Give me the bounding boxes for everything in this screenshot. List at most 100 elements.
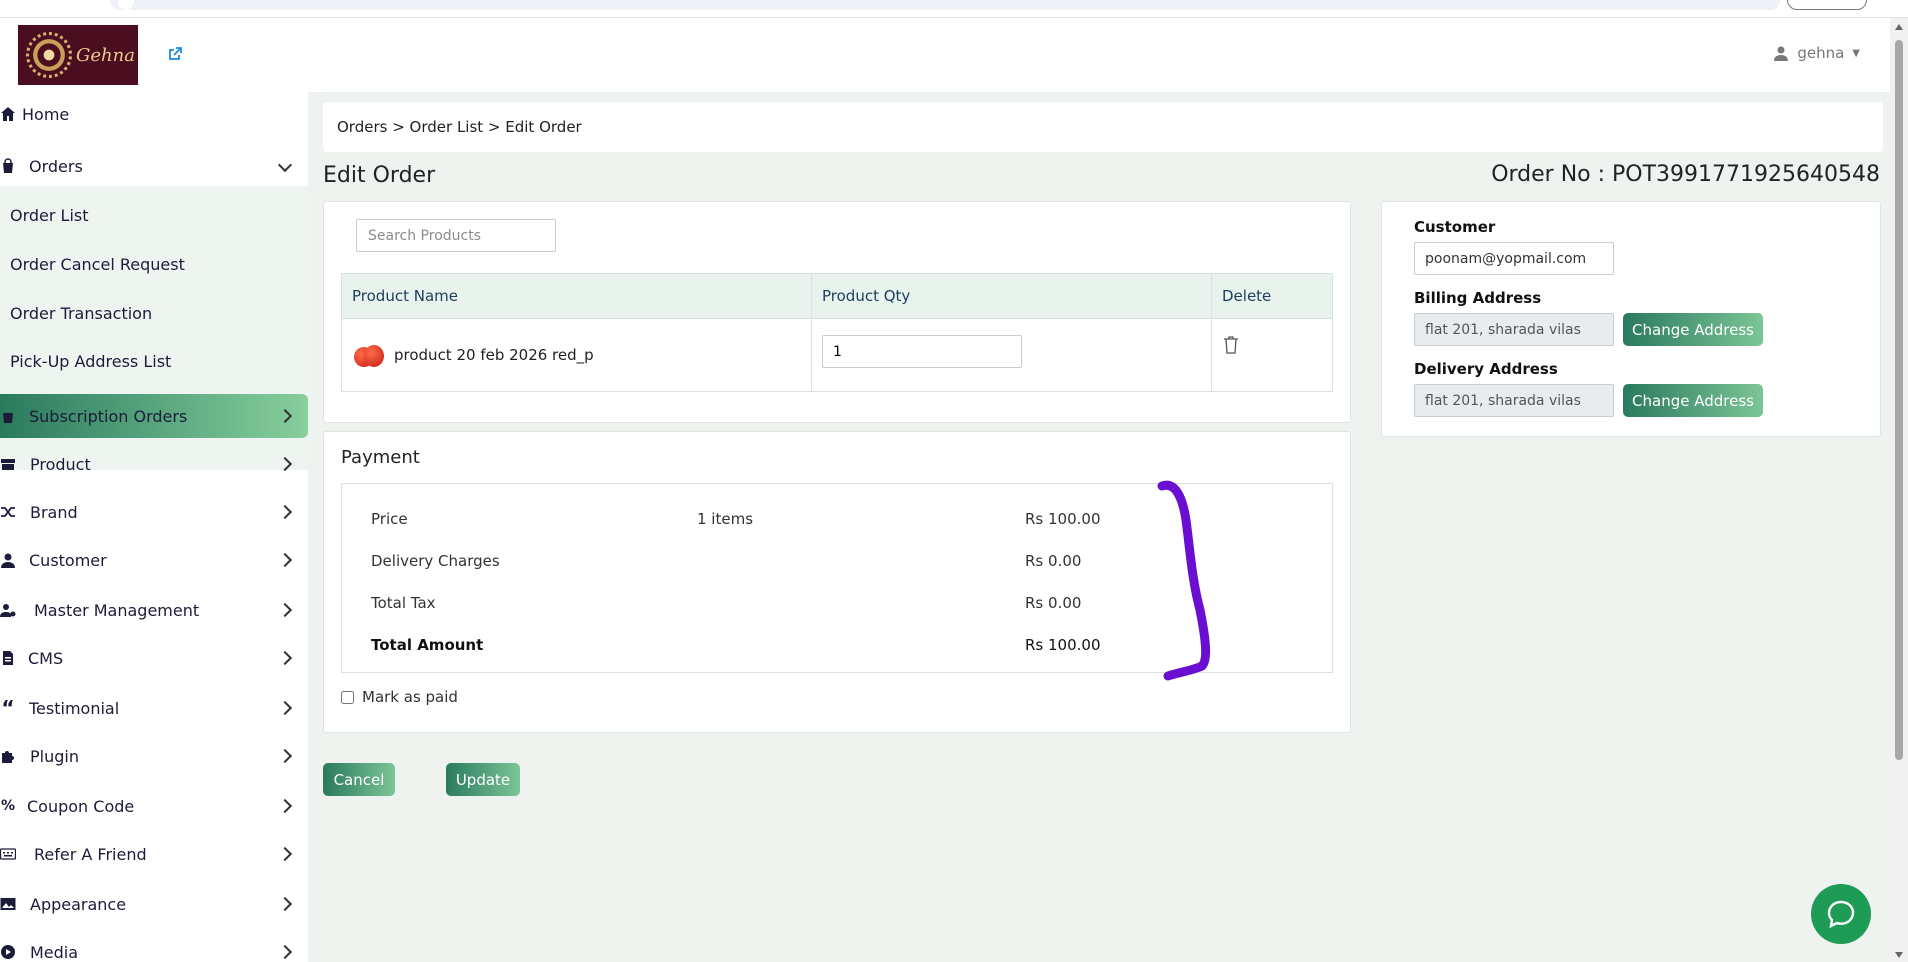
- sidebar-item-plugin[interactable]: Plugin: [0, 734, 308, 778]
- box-icon: [1, 459, 15, 470]
- user-icon: [1, 553, 15, 568]
- sidebar-item-label: CMS: [28, 648, 64, 668]
- payment-amount: Rs 0.00: [1025, 594, 1082, 612]
- home-icon: [1, 107, 15, 121]
- update-button[interactable]: Update: [446, 763, 520, 796]
- chevron-right-icon: [277, 896, 293, 912]
- products-table: Product Name Product Qty Delete product …: [341, 273, 1333, 392]
- chevron-right-icon: [277, 846, 293, 862]
- payment-label: Total Amount: [371, 636, 484, 654]
- user-icon: [1774, 46, 1789, 61]
- user-name: gehna: [1797, 44, 1845, 62]
- delete-cell: [1211, 318, 1333, 392]
- sidebar-item-label: Master Management: [34, 600, 200, 620]
- sidebar-item-coupon-code[interactable]: % Coupon Code: [0, 784, 308, 828]
- shopping-bag-icon: [3, 413, 13, 423]
- chat-button[interactable]: [1811, 884, 1871, 944]
- chevron-right-icon: [277, 408, 293, 424]
- chevron-down-icon: [277, 157, 293, 173]
- change-delivery-address-button[interactable]: Change Address: [1623, 384, 1763, 417]
- sidebar-item-testimonial[interactable]: “ Testimonial: [0, 686, 308, 730]
- breadcrumb-text[interactable]: Orders > Order List > Edit Order: [337, 118, 582, 136]
- chevron-right-icon: [277, 602, 293, 618]
- chevron-right-icon: [277, 748, 293, 764]
- payment-amount: Rs 100.00: [1025, 510, 1101, 528]
- shuffle-icon: [1, 507, 15, 517]
- page-scrollbar[interactable]: [1890, 18, 1908, 962]
- quantity-input[interactable]: [822, 335, 1022, 369]
- table-row: product 20 feb 2026 red_p: [341, 318, 1333, 392]
- sidebar-item-product[interactable]: Product: [0, 442, 308, 486]
- payment-label: Price: [371, 510, 408, 528]
- sidebar-item-home[interactable]: Home: [0, 92, 308, 136]
- customer-label: Customer: [1414, 218, 1496, 236]
- sidebar-item-label: Product: [30, 454, 91, 474]
- sidebar-item-cms[interactable]: CMS: [0, 636, 308, 680]
- payment-label: Total Tax: [371, 594, 436, 612]
- chevron-right-icon: [277, 552, 293, 568]
- logo-emblem: [26, 32, 72, 78]
- scroll-down-arrow-icon[interactable]: [1895, 952, 1903, 958]
- mark-as-paid-label: Mark as paid: [362, 688, 458, 706]
- sidebar-item-master-management[interactable]: Master Management: [0, 588, 308, 632]
- user-menu[interactable]: gehna ▼: [1773, 44, 1860, 62]
- product-qty-cell: [811, 318, 1212, 392]
- browser-corner-button[interactable]: [1787, 0, 1867, 10]
- mark-as-paid[interactable]: Mark as paid: [341, 688, 458, 706]
- sidebar-item-orders[interactable]: Orders: [0, 144, 308, 188]
- sidebar-item-label: Home: [22, 104, 70, 124]
- sidebar-item-appearance[interactable]: Appearance: [0, 882, 308, 926]
- payment-label: Delivery Charges: [371, 552, 500, 570]
- column-header-product-qty: Product Qty: [811, 273, 1212, 319]
- shopping-bag-icon: [3, 158, 13, 173]
- address-bar[interactable]: [110, 0, 1780, 10]
- delivery-address-input: [1414, 384, 1614, 417]
- delivery-address-label: Delivery Address: [1414, 360, 1558, 378]
- product-thumbnail: [352, 341, 386, 369]
- sidebar-item-customer[interactable]: Customer: [0, 538, 308, 582]
- product-name: product 20 feb 2026 red_p: [394, 346, 594, 364]
- quote-icon: “: [1, 696, 15, 720]
- sidebar-item-label: Brand: [30, 502, 78, 522]
- file-icon: [3, 651, 13, 665]
- sidebar-item-subscription-orders[interactable]: Subscription Orders: [0, 394, 308, 438]
- payment-title: Payment: [341, 447, 420, 468]
- chevron-right-icon: [277, 504, 293, 520]
- scroll-up-arrow-icon[interactable]: [1895, 24, 1903, 30]
- payment-amount: Rs 100.00: [1025, 636, 1101, 654]
- trash-icon[interactable]: [1222, 335, 1240, 355]
- chevron-right-icon: [277, 456, 293, 472]
- sidebar-item-brand[interactable]: Brand: [0, 490, 308, 534]
- submenu-item-order-list[interactable]: Order List: [10, 206, 89, 225]
- sidebar-item-label: Media: [30, 942, 79, 962]
- sidebar-item-label: Testimonial: [29, 698, 120, 718]
- sidebar-item-media[interactable]: Media: [0, 930, 308, 962]
- customer-email-input[interactable]: [1414, 242, 1614, 275]
- chevron-right-icon: [277, 700, 293, 716]
- change-billing-address-button[interactable]: Change Address: [1623, 313, 1763, 346]
- search-products-input[interactable]: [356, 219, 556, 252]
- browser-toolbar: [0, 0, 1908, 18]
- chevron-right-icon: [277, 798, 293, 814]
- page-title: Edit Order: [323, 163, 436, 188]
- external-link-icon[interactable]: [167, 46, 183, 62]
- cancel-button[interactable]: Cancel: [323, 763, 395, 796]
- submenu-item-pickup-address-list[interactable]: Pick-Up Address List: [10, 352, 171, 371]
- product-name-cell: product 20 feb 2026 red_p: [341, 318, 812, 392]
- submenu-item-order-cancel-request[interactable]: Order Cancel Request: [10, 255, 185, 274]
- billing-address-label: Billing Address: [1414, 289, 1542, 307]
- billing-address-input: [1414, 313, 1614, 346]
- sidebar-item-label: Orders: [29, 156, 83, 176]
- chevron-right-icon: [277, 944, 293, 960]
- mark-as-paid-checkbox[interactable]: [341, 690, 354, 704]
- submenu-item-order-transaction[interactable]: Order Transaction: [10, 304, 152, 323]
- brand-logo[interactable]: Gehna: [18, 25, 138, 85]
- percent-icon: %: [0, 798, 16, 814]
- user-gear-icon: [0, 604, 16, 617]
- sidebar-item-label: Customer: [29, 550, 107, 570]
- sidebar-item-refer-a-friend[interactable]: Refer A Friend: [0, 832, 308, 876]
- breadcrumb: Orders > Order List > Edit Order: [323, 102, 1883, 152]
- scrollbar-thumb[interactable]: [1895, 40, 1903, 760]
- keyboard-icon: [0, 848, 16, 860]
- caret-down-icon: ▼: [1852, 47, 1860, 59]
